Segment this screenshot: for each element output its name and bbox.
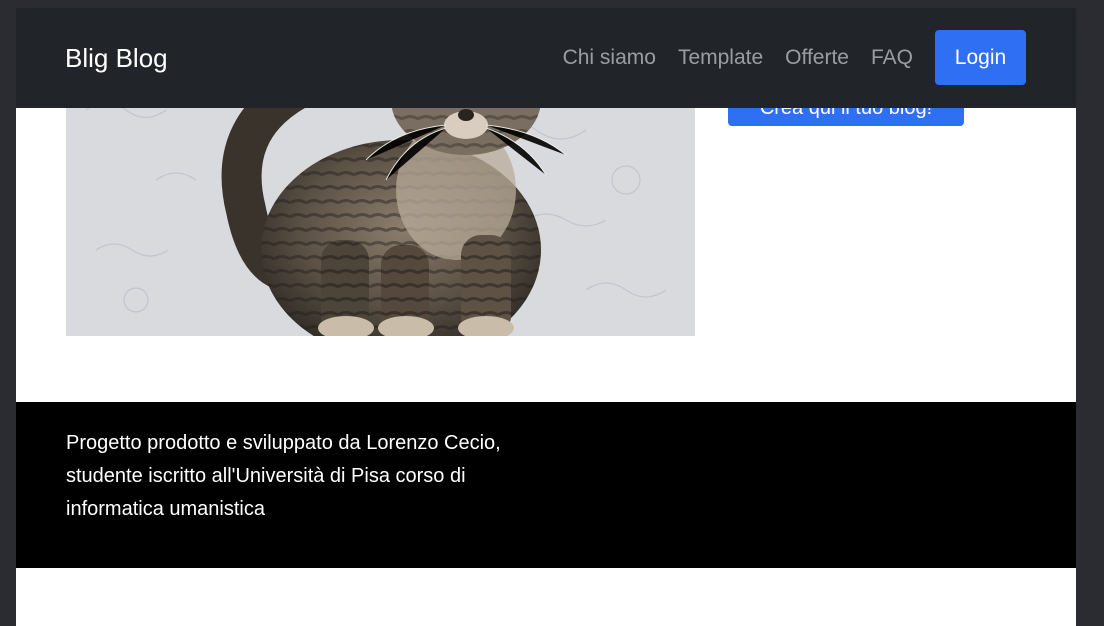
- navbar: Blig Blog Chi siamo Template Offerte FAQ…: [16, 8, 1076, 108]
- brand-logo[interactable]: Blig Blog: [65, 42, 168, 74]
- footer-credits: Progetto prodotto e sviluppato da Lorenz…: [66, 432, 501, 520]
- footer: Progetto prodotto e sviluppato da Lorenz…: [16, 402, 1076, 568]
- login-button[interactable]: Login: [935, 30, 1026, 85]
- nav-link-faq[interactable]: FAQ: [871, 46, 913, 70]
- nav-link-chi-siamo[interactable]: Chi siamo: [563, 46, 656, 70]
- window-top-strip: [0, 0, 1104, 8]
- nav-link-offerte[interactable]: Offerte: [785, 46, 849, 70]
- scrollbar[interactable]: [1076, 0, 1104, 626]
- kitten-image: [66, 70, 695, 336]
- nav-links: Chi siamo Template Offerte FAQ Login: [563, 30, 1026, 85]
- nav-link-template[interactable]: Template: [678, 46, 763, 70]
